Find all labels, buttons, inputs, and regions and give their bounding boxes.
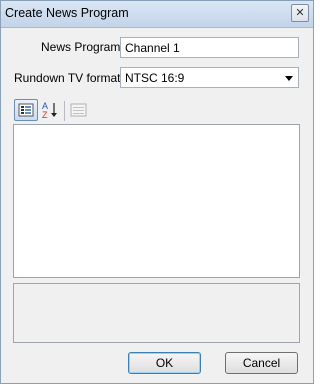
close-button[interactable]: ✕ bbox=[291, 4, 309, 22]
property-pages-icon bbox=[70, 103, 87, 117]
close-icon: ✕ bbox=[295, 7, 305, 19]
rundown-format-value: NTSC 16:9 bbox=[125, 71, 185, 85]
news-program-label: News Program bbox=[41, 40, 121, 54]
sort-alphabetical-icon: A Z bbox=[42, 101, 57, 120]
toolbar-separator bbox=[64, 101, 65, 121]
categorized-view-icon bbox=[18, 103, 34, 117]
rundown-format-label: Rundown TV format: bbox=[14, 71, 124, 85]
dialog-window: Create News Program ✕ News Program Chann… bbox=[0, 0, 314, 384]
news-program-value: Channel 1 bbox=[125, 41, 180, 55]
rundown-format-select[interactable]: NTSC 16:9 bbox=[120, 67, 299, 88]
sort-alpha-bottom: Z bbox=[42, 110, 48, 120]
alphabetical-button[interactable]: A Z bbox=[39, 99, 61, 121]
chevron-down-icon bbox=[285, 76, 293, 81]
ok-button[interactable]: OK bbox=[128, 352, 201, 374]
news-program-input[interactable]: Channel 1 bbox=[120, 37, 299, 58]
title-bar[interactable]: Create News Program ✕ bbox=[1, 1, 313, 28]
property-pages-button[interactable] bbox=[68, 99, 90, 121]
dialog-title: Create News Program bbox=[5, 6, 129, 20]
cancel-button[interactable]: Cancel bbox=[225, 352, 298, 374]
property-grid[interactable] bbox=[13, 124, 300, 278]
description-pane bbox=[13, 283, 300, 343]
categorized-button[interactable] bbox=[14, 99, 38, 121]
